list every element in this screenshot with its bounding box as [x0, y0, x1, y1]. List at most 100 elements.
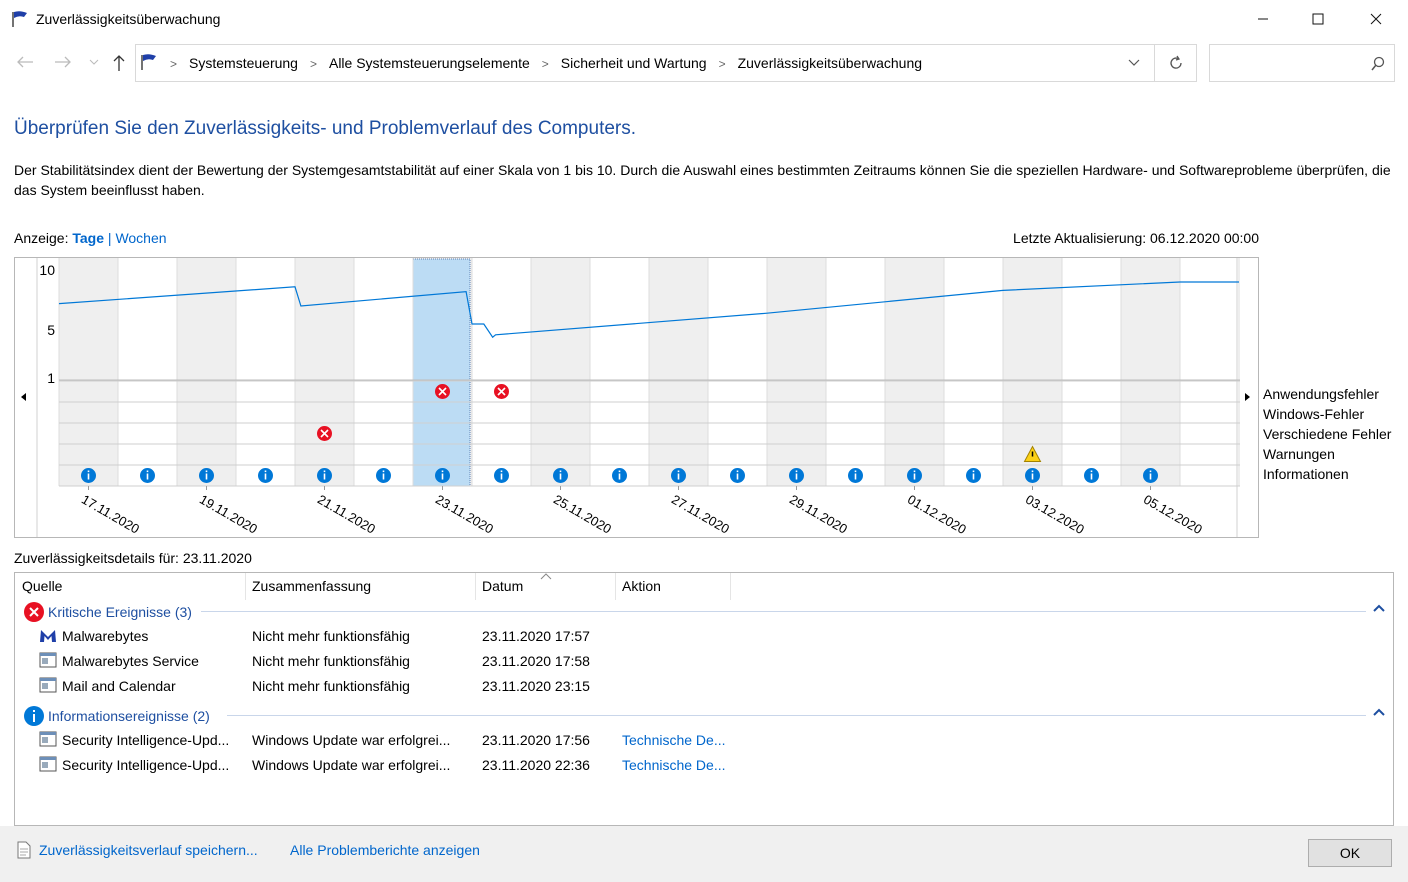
info-event-dot	[677, 470, 680, 473]
column-header-summary[interactable]: Zusammenfassung	[252, 578, 371, 594]
footer: Zuverlässigkeitsverlauf speichern... All…	[0, 826, 1408, 882]
info-event-mark	[559, 473, 562, 480]
source-cell: Malwarebytes Service	[62, 653, 199, 669]
column-header-date[interactable]: Datum	[482, 578, 523, 594]
x-tick-label: 29.11.2020	[787, 492, 850, 537]
reliability-chart[interactable]: 10 5 1 17.11.2020 19.11.2020 21.11.2020 23.11.…	[14, 257, 1259, 538]
view-days-link[interactable]: Tage	[72, 230, 104, 246]
scroll-left-icon[interactable]	[21, 393, 26, 401]
chevron-down-icon[interactable]	[1128, 59, 1140, 67]
group-information[interactable]: Informationsereignisse (2)	[23, 705, 210, 727]
column-divider[interactable]	[475, 573, 476, 600]
selected-day-column[interactable]	[412, 258, 471, 487]
close-button[interactable]	[1353, 0, 1399, 38]
x-tick-label: 01.12.2020	[905, 492, 969, 537]
info-event-dot	[87, 470, 90, 473]
y-tick-label: 1	[47, 370, 55, 386]
malwarebytes-icon	[40, 630, 56, 642]
info-event-dot	[323, 470, 326, 473]
column-divider[interactable]	[615, 573, 616, 600]
table-row[interactable]: Security Intelligence-Upd... Windows Upd…	[15, 753, 1393, 778]
day-column-shade	[59, 258, 118, 486]
breadcrumb-item[interactable]: Sicherheit und Wartung	[561, 55, 707, 73]
breadcrumb-separator[interactable]: >	[719, 55, 726, 73]
minimize-button[interactable]	[1240, 0, 1286, 38]
stability-chart-svg[interactable]: 10 5 1 17.11.2020 19.11.2020 21.11.2020 23.11.…	[15, 258, 1258, 537]
flag-icon	[12, 11, 27, 27]
breadcrumb-separator[interactable]: >	[542, 55, 549, 73]
ok-button[interactable]: OK	[1308, 839, 1392, 867]
info-event-dot	[382, 470, 385, 473]
group-divider	[201, 611, 1366, 612]
title-bar: Zuverlässigkeitsüberwachung	[0, 0, 1408, 40]
day-column-shade	[767, 258, 826, 486]
collapse-icon[interactable]	[1373, 708, 1385, 716]
info-event-dot	[441, 470, 444, 473]
scroll-right-icon[interactable]	[1245, 393, 1250, 401]
collapse-icon[interactable]	[1373, 604, 1385, 612]
search-input[interactable]	[1209, 44, 1395, 82]
close-icon	[1370, 13, 1382, 25]
info-event-dot	[264, 470, 267, 473]
info-event-mark	[1031, 473, 1034, 480]
info-icon	[24, 706, 44, 726]
forward-arrow-icon[interactable]	[54, 55, 72, 69]
table-row[interactable]: Mail and Calendar Nicht mehr funktionsfä…	[15, 674, 1393, 699]
refresh-icon[interactable]	[1168, 55, 1184, 71]
view-weeks-link[interactable]: Wochen	[115, 230, 166, 246]
summary-cell: Nicht mehr funktionsfähig	[252, 678, 410, 694]
breadcrumb: > Systemsteuerung > Alle Systemsteuerung…	[170, 55, 922, 73]
save-history-link[interactable]: Zuverlässigkeitsverlauf speichern...	[39, 842, 258, 858]
info-event-mark	[1149, 473, 1152, 480]
breadcrumb-item[interactable]: Zuverlässigkeitsüberwachung	[738, 55, 922, 73]
legend-item: Warnungen	[1263, 446, 1335, 462]
x-tick-label: 05.12.2020	[1141, 492, 1205, 537]
action-link[interactable]: Technische De...	[622, 757, 726, 773]
breadcrumb-separator[interactable]: >	[310, 55, 317, 73]
view-separator: |	[107, 230, 112, 246]
group-critical[interactable]: Kritische Ereignisse (3)	[23, 601, 192, 623]
info-event-dot	[972, 470, 975, 473]
info-event-dot	[1149, 470, 1152, 473]
search-icon[interactable]	[1370, 56, 1386, 72]
x-tick-label: 23.11.2020	[433, 492, 496, 537]
info-event-mark	[677, 473, 680, 480]
legend-item: Anwendungsfehler	[1263, 386, 1379, 402]
details-title: Zuverlässigkeitsdetails für: 23.11.2020	[14, 550, 252, 566]
table-row[interactable]: Malwarebytes Service Nicht mehr funktion…	[15, 649, 1393, 674]
maximize-button[interactable]	[1295, 0, 1341, 38]
column-header-action[interactable]: Aktion	[622, 578, 661, 594]
table-row[interactable]: Malwarebytes Nicht mehr funktionsfähig 2…	[15, 624, 1393, 649]
column-header-source[interactable]: Quelle	[22, 578, 62, 594]
all-reports-link[interactable]: Alle Problemberichte anzeigen	[290, 842, 480, 858]
recent-dropdown-icon[interactable]	[89, 59, 99, 67]
info-event-dot	[1031, 470, 1034, 473]
breadcrumb-item[interactable]: Systemsteuerung	[189, 55, 298, 73]
breadcrumb-separator[interactable]: >	[170, 55, 177, 73]
info-event-mark	[1090, 473, 1093, 480]
column-divider[interactable]	[245, 573, 246, 600]
table-row[interactable]: Security Intelligence-Upd... Windows Upd…	[15, 728, 1393, 753]
legend-item: Verschiedene Fehler	[1263, 426, 1392, 442]
info-event-dot	[500, 470, 503, 473]
day-column-shade	[1121, 258, 1180, 486]
info-event-mark	[205, 473, 208, 480]
date-cell: 23.11.2020 17:58	[482, 653, 590, 669]
up-arrow-icon[interactable]	[112, 54, 126, 72]
x-tick-label: 21.11.2020	[315, 492, 378, 537]
info-event-dot	[618, 470, 621, 473]
divider	[1154, 45, 1155, 81]
day-column-shade	[885, 258, 944, 486]
action-link[interactable]: Technische De...	[622, 732, 726, 748]
summary-cell: Windows Update war erfolgrei...	[252, 757, 451, 773]
x-tick-label: 27.11.2020	[669, 492, 732, 537]
address-bar[interactable]: > Systemsteuerung > Alle Systemsteuerung…	[135, 44, 1197, 82]
info-event-mark	[854, 473, 857, 480]
date-cell: 23.11.2020 23:15	[482, 678, 590, 694]
info-event-mark	[441, 473, 444, 480]
column-divider[interactable]	[730, 573, 731, 600]
breadcrumb-item[interactable]: Alle Systemsteuerungselemente	[329, 55, 530, 73]
back-arrow-icon[interactable]	[16, 55, 34, 69]
info-event-dot	[736, 470, 739, 473]
summary-cell: Nicht mehr funktionsfähig	[252, 628, 410, 644]
